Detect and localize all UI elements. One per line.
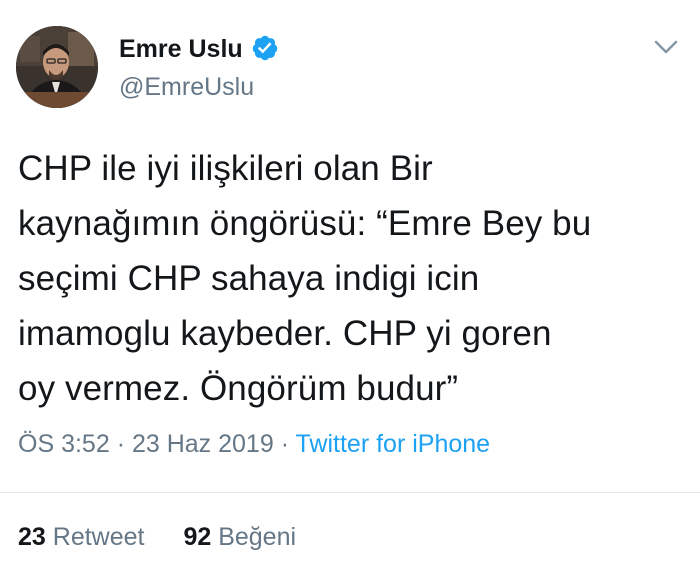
tweet-source-link[interactable]: Twitter for iPhone [296, 430, 491, 458]
divider [0, 492, 700, 493]
avatar-image [16, 26, 98, 108]
meta-separator: · [280, 430, 290, 458]
chevron-down-icon[interactable] [651, 36, 681, 58]
likes-count: 92 [183, 523, 212, 551]
tweet-meta: ÖS 3:52 · 23 Haz 2019 · Twitter for iPho… [18, 430, 490, 459]
meta-separator: · [116, 430, 126, 458]
likes-label: Beğeni [218, 523, 297, 551]
retweets-count: 23 [18, 523, 46, 551]
user-handle[interactable]: @EmreUslu [119, 73, 254, 102]
likes-stat[interactable]: 92 Beğeni [183, 523, 296, 552]
tweet-stats: 23 Retweet 92 Beğeni [18, 523, 296, 552]
tweet-date[interactable]: 23 Haz 2019 [132, 430, 274, 458]
retweets-stat[interactable]: 23 Retweet [18, 523, 144, 552]
verified-badge-icon [251, 34, 279, 62]
tweet-card: Emre Uslu @EmreUslu CHP ile iyi ilişkile… [0, 0, 700, 578]
tweet-time[interactable]: ÖS 3:52 [18, 430, 110, 458]
tweet-text: CHP ile iyi ilişkileri olan Bir kaynağım… [18, 149, 592, 408]
avatar[interactable] [16, 26, 98, 108]
retweets-label: Retweet [52, 523, 145, 551]
display-name[interactable]: Emre Uslu [119, 35, 243, 64]
